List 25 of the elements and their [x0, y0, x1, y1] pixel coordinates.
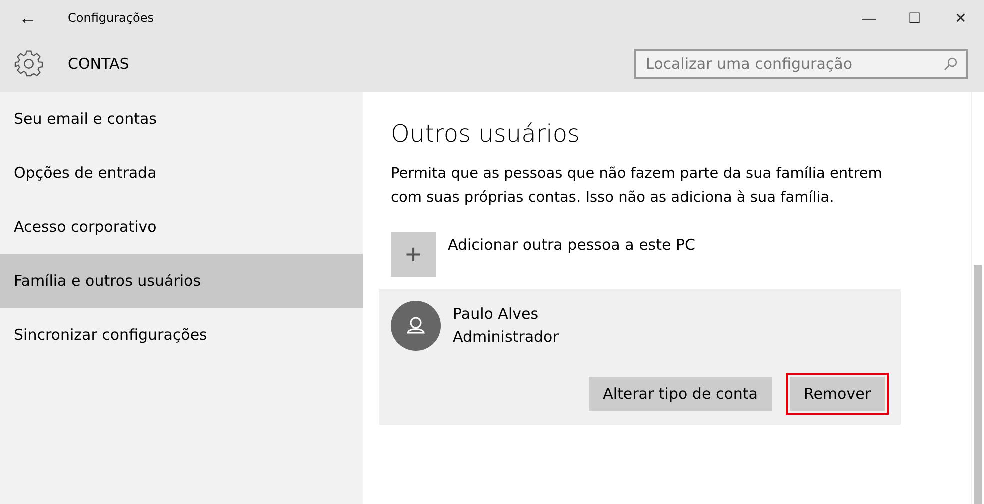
- user-role: Administrador: [453, 327, 559, 348]
- page-title: CONTAS: [68, 55, 130, 73]
- account-button[interactable]: Remover: [786, 373, 889, 415]
- window-title: Configurações: [68, 11, 154, 25]
- sidebar-item[interactable]: Família e outros usuários: [0, 254, 363, 308]
- sidebar-item[interactable]: Opções de entrada: [0, 146, 363, 200]
- add-button[interactable]: +: [391, 232, 436, 277]
- section-heading: Outros usuários: [391, 120, 582, 148]
- search-icon: [944, 57, 958, 71]
- back-button[interactable]: ←: [0, 0, 56, 36]
- add-person-link[interactable]: Adicionar outra pessoa a este PC: [448, 236, 696, 254]
- settings-icon: [14, 49, 44, 79]
- description-text: Permita que as pessoas que não fazem parte da sua família entrem com suas próprias contas. Isso não as adiciona à sua família.: [391, 165, 884, 208]
- minimize-button[interactable]: —: [846, 0, 892, 36]
- user-name: Paulo Alves: [453, 304, 540, 325]
- avatar-icon: [391, 301, 441, 351]
- close-button[interactable]: ✕: [938, 0, 984, 36]
- sidebar-item[interactable]: Sincronizar configurações: [0, 308, 363, 362]
- scrollbar[interactable]: [971, 92, 984, 504]
- user-card[interactable]: Paulo Alves Administrador Alterar tipo de conta Remover: [379, 289, 901, 425]
- sidebar-item[interactable]: Seu email e contas: [0, 92, 363, 146]
- scrollbar-thumb[interactable]: [974, 265, 982, 504]
- search-field[interactable]: Localizar uma configuração: [634, 49, 968, 79]
- maximize-button[interactable]: ☐: [892, 0, 938, 36]
- sidebar-item[interactable]: Acesso corporativo: [0, 200, 363, 254]
